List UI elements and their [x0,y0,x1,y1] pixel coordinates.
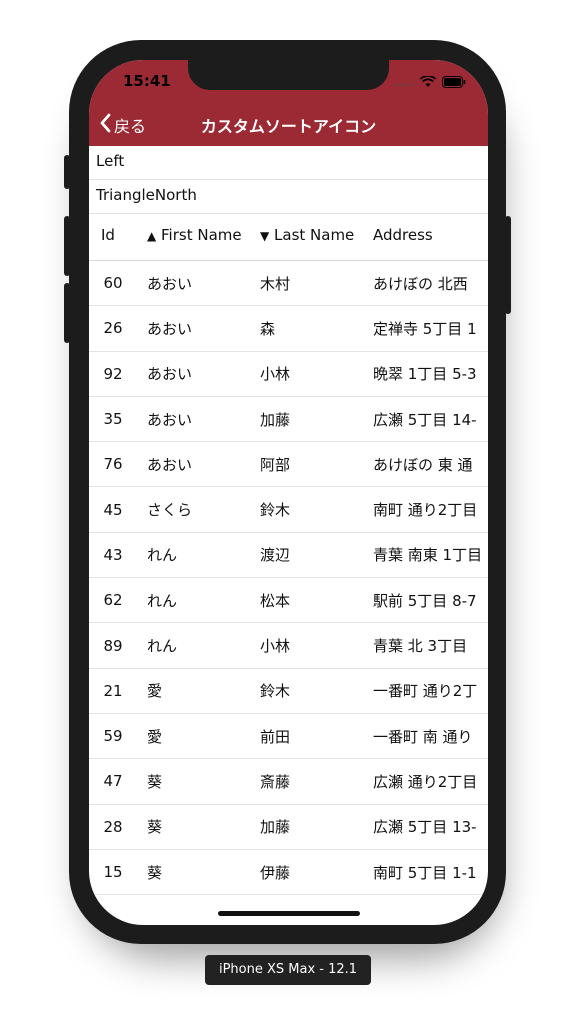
header-last-name[interactable]: ▼ Last Name [250,226,363,244]
cell-last-name: 小林 [260,365,291,384]
cell-last-name: 小林 [260,637,291,656]
table-row[interactable]: 26 あおい 森 定禅寺 5丁目 1 [89,306,488,352]
cell-first-name: 葵 [147,863,163,882]
header-address[interactable]: Address [363,226,488,244]
cell-last-name: 鈴木 [260,682,291,701]
cell-last-name: 前田 [260,727,291,746]
table-body: 60 あおい 木村 あけぼの 北西 26 あおい森定禅寺 5丁目 1 92 あおい 小林 晩翠 1… [89,261,488,896]
cell-id: 59 [103,727,123,746]
cell-address: 広瀬 通り2丁目 [373,772,478,791]
screen: 15:41 戻る カスタムソートアイコン Left TriangleNorth … [89,60,488,925]
header-first-name[interactable]: ▲ First Name [137,226,250,244]
table-row[interactable]: 92 あおい 小林 晩翠 1丁目 5-3 [89,352,488,397]
table-row[interactable]: 15 葵 伊藤 南町 5丁目 1-1 [89,850,488,896]
page-title: カスタムソートアイコン [200,117,377,136]
cell-last-name: 森 [260,319,276,338]
cell-address: 南町 5丁目 1-1 [373,863,477,882]
device-label: iPhone XS Max - 12.1 [205,955,371,985]
cell-first-name: あおい [147,319,193,338]
header-first-name-label: First Name [161,226,242,244]
cell-id: 28 [103,817,123,836]
cell-address: 晩翠 1丁目 5-3 [373,365,477,384]
cell-last-name: 斎藤 [260,772,291,791]
wifi-icon [419,73,437,92]
table-row[interactable]: 62 れん 松本 駅前 5丁目 8-7 [89,578,488,624]
side-button [505,216,511,314]
status-time: 15:41 [123,72,171,90]
cell-id: 60 [103,274,123,293]
cell-last-name: 阿部 [260,455,291,474]
notch [188,60,389,90]
home-indicator[interactable] [218,911,360,916]
cell-id: 89 [103,636,123,655]
cell-last-name: 渡辺 [260,546,291,565]
icon-option[interactable]: TriangleNorth [89,180,488,214]
table-row[interactable]: 45 さくら 鈴木 南町 通り2丁目 [89,487,488,533]
cell-id: 47 [103,772,123,791]
table-row[interactable]: 43 れん 渡辺 青葉 南東 1丁目 [89,533,488,579]
header-last-name-label: Last Name [274,226,355,244]
cell-id: 15 [103,863,123,881]
cell-first-name: れん [147,546,178,565]
volume-up-button [64,216,70,276]
cell-last-name: 木村 [260,274,291,293]
position-option[interactable]: Left [89,146,488,180]
cell-id: 76 [103,455,123,474]
table-row[interactable]: 76 あおい 阿部 あけぼの 東 通 [89,442,488,488]
cell-last-name: 伊藤 [260,863,291,882]
cell-address: あけぼの 東 通 [373,455,473,474]
table-row[interactable]: 59 愛 前田 一番町 南 通り [89,714,488,760]
cell-last-name: 鈴木 [260,501,291,520]
cell-address: 一番町 南 通り [373,727,473,746]
cell-id: 21 [103,681,123,700]
cell-first-name: れん [147,591,178,610]
cell-first-name: あおい [147,455,193,474]
cell-address: 青葉 南東 1丁目 [373,546,483,565]
sort-ascending-icon: ▲ [147,229,157,243]
table-row[interactable]: 89 れん 小林 青葉 北 3丁目 [89,623,488,669]
battery-icon [442,73,466,92]
cell-id: 26 [103,319,123,338]
table-row[interactable]: 21 愛 鈴木 一番町 通り2丁 [89,669,488,714]
volume-down-button [64,283,70,343]
mute-switch [64,155,70,189]
cell-first-name: れん [147,637,178,656]
cell-id: 92 [103,364,123,383]
status-icons [394,73,466,92]
cell-first-name: 愛 [147,727,163,746]
cell-first-name: 葵 [147,818,163,837]
cell-last-name: 松本 [260,591,291,610]
cell-address: 定禅寺 5丁目 1 [373,319,477,338]
table-row[interactable]: 60 あおい 木村 あけぼの 北西 [89,261,488,307]
cell-id: 35 [103,410,123,429]
table-row[interactable]: 35 あおい 加藤 広瀬 5丁目 14- [89,397,488,443]
cell-address: 青葉 北 3丁目 [373,637,468,656]
cell-first-name: さくら [147,501,193,520]
sort-descending-icon: ▼ [260,229,270,243]
signal-dots-icon [394,73,414,92]
cell-first-name: 葵 [147,772,163,791]
table-header: Id ▲ First Name ▼ Last Name Address [89,210,488,261]
cell-first-name: あおい [147,410,193,429]
cell-address: 一番町 通り2丁 [373,682,478,701]
data-grid: Id ▲ First Name ▼ Last Name Address 60 あお… [89,210,488,896]
cell-first-name: あおい [147,365,193,384]
cell-id: 45 [103,500,123,519]
cell-first-name: 愛 [147,682,163,701]
navigation-bar: 15:41 戻る カスタムソートアイコン [89,60,488,146]
table-row[interactable]: 28 葵 加藤 広瀬 5丁目 13- [89,805,488,850]
header-id[interactable]: Id [89,226,137,244]
cell-last-name: 加藤 [260,410,291,429]
cell-first-name: あおい [147,274,193,293]
cell-last-name: 加藤 [260,818,291,837]
cell-address: 南町 通り2丁目 [373,501,478,520]
cell-id: 62 [103,591,123,610]
cell-address: 広瀬 5丁目 14- [373,410,477,429]
cell-address: 駅前 5丁目 8-7 [373,591,477,610]
cell-address: あけぼの 北西 [373,274,468,293]
table-row[interactable]: 47 葵 斎藤 広瀬 通り2丁目 [89,759,488,805]
cell-address: 広瀬 5丁目 13- [373,818,477,837]
cell-id: 43 [103,545,123,564]
